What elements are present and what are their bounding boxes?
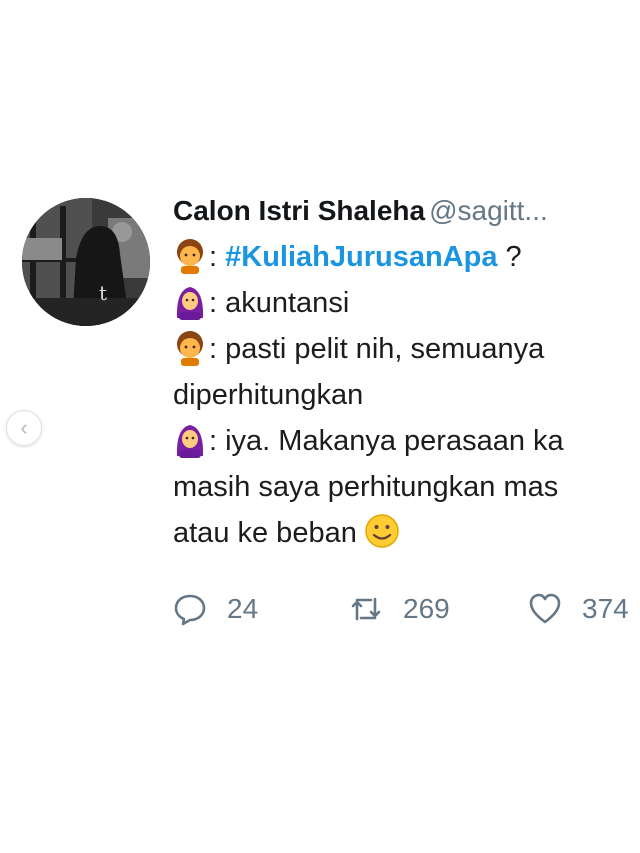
avatar[interactable]: t <box>22 198 150 326</box>
hashtag-link[interactable]: #KuliahJurusanApa <box>225 241 497 273</box>
reply-icon <box>174 594 206 626</box>
tweet-line: : pasti pelit nih, semuanya <box>173 326 640 372</box>
woman-hijab-emoji <box>173 282 207 320</box>
author-name[interactable]: Calon Istri Shaleha <box>173 195 425 226</box>
reply-count: 24 <box>227 593 259 624</box>
avatar-letter: t <box>99 281 107 305</box>
carousel-prev-button[interactable]: ‹ <box>6 410 42 446</box>
retweet-count: 269 <box>403 593 450 624</box>
boy-emoji <box>173 236 207 274</box>
boy-emoji <box>173 328 207 366</box>
like-button[interactable]: 374 <box>528 592 629 626</box>
tweet-header: Calon Istri Shaleha @sagitt... <box>173 188 640 234</box>
retweet-icon <box>351 597 381 621</box>
tweet-line: : #KuliahJurusanApa ? <box>173 234 640 280</box>
tweet-line: : akuntansi <box>173 280 640 326</box>
author-handle[interactable]: @sagitt... <box>429 195 548 226</box>
tweet-line: : iya. Makanya perasaan ka <box>173 418 640 464</box>
woman-hijab-emoji <box>173 420 207 458</box>
heart-icon <box>529 593 561 624</box>
retweet-button[interactable]: 269 <box>349 592 450 626</box>
avatar-photo: t <box>22 198 150 326</box>
tweet-line: masih saya perhitungkan mas <box>173 471 559 503</box>
reply-button[interactable]: 24 <box>173 592 258 626</box>
tweet-line: atau ke beban <box>173 510 640 556</box>
slightly-smiling-face-emoji <box>363 512 401 550</box>
tweet-actions: 24 269 374 <box>173 592 640 634</box>
tweet-line: diperhitungkan <box>173 379 364 411</box>
tweet-card[interactable]: Calon Istri Shaleha @sagitt... : #KuliahJ… <box>173 188 640 556</box>
like-count: 374 <box>582 593 629 624</box>
chevron-left-icon: ‹ <box>20 415 28 440</box>
